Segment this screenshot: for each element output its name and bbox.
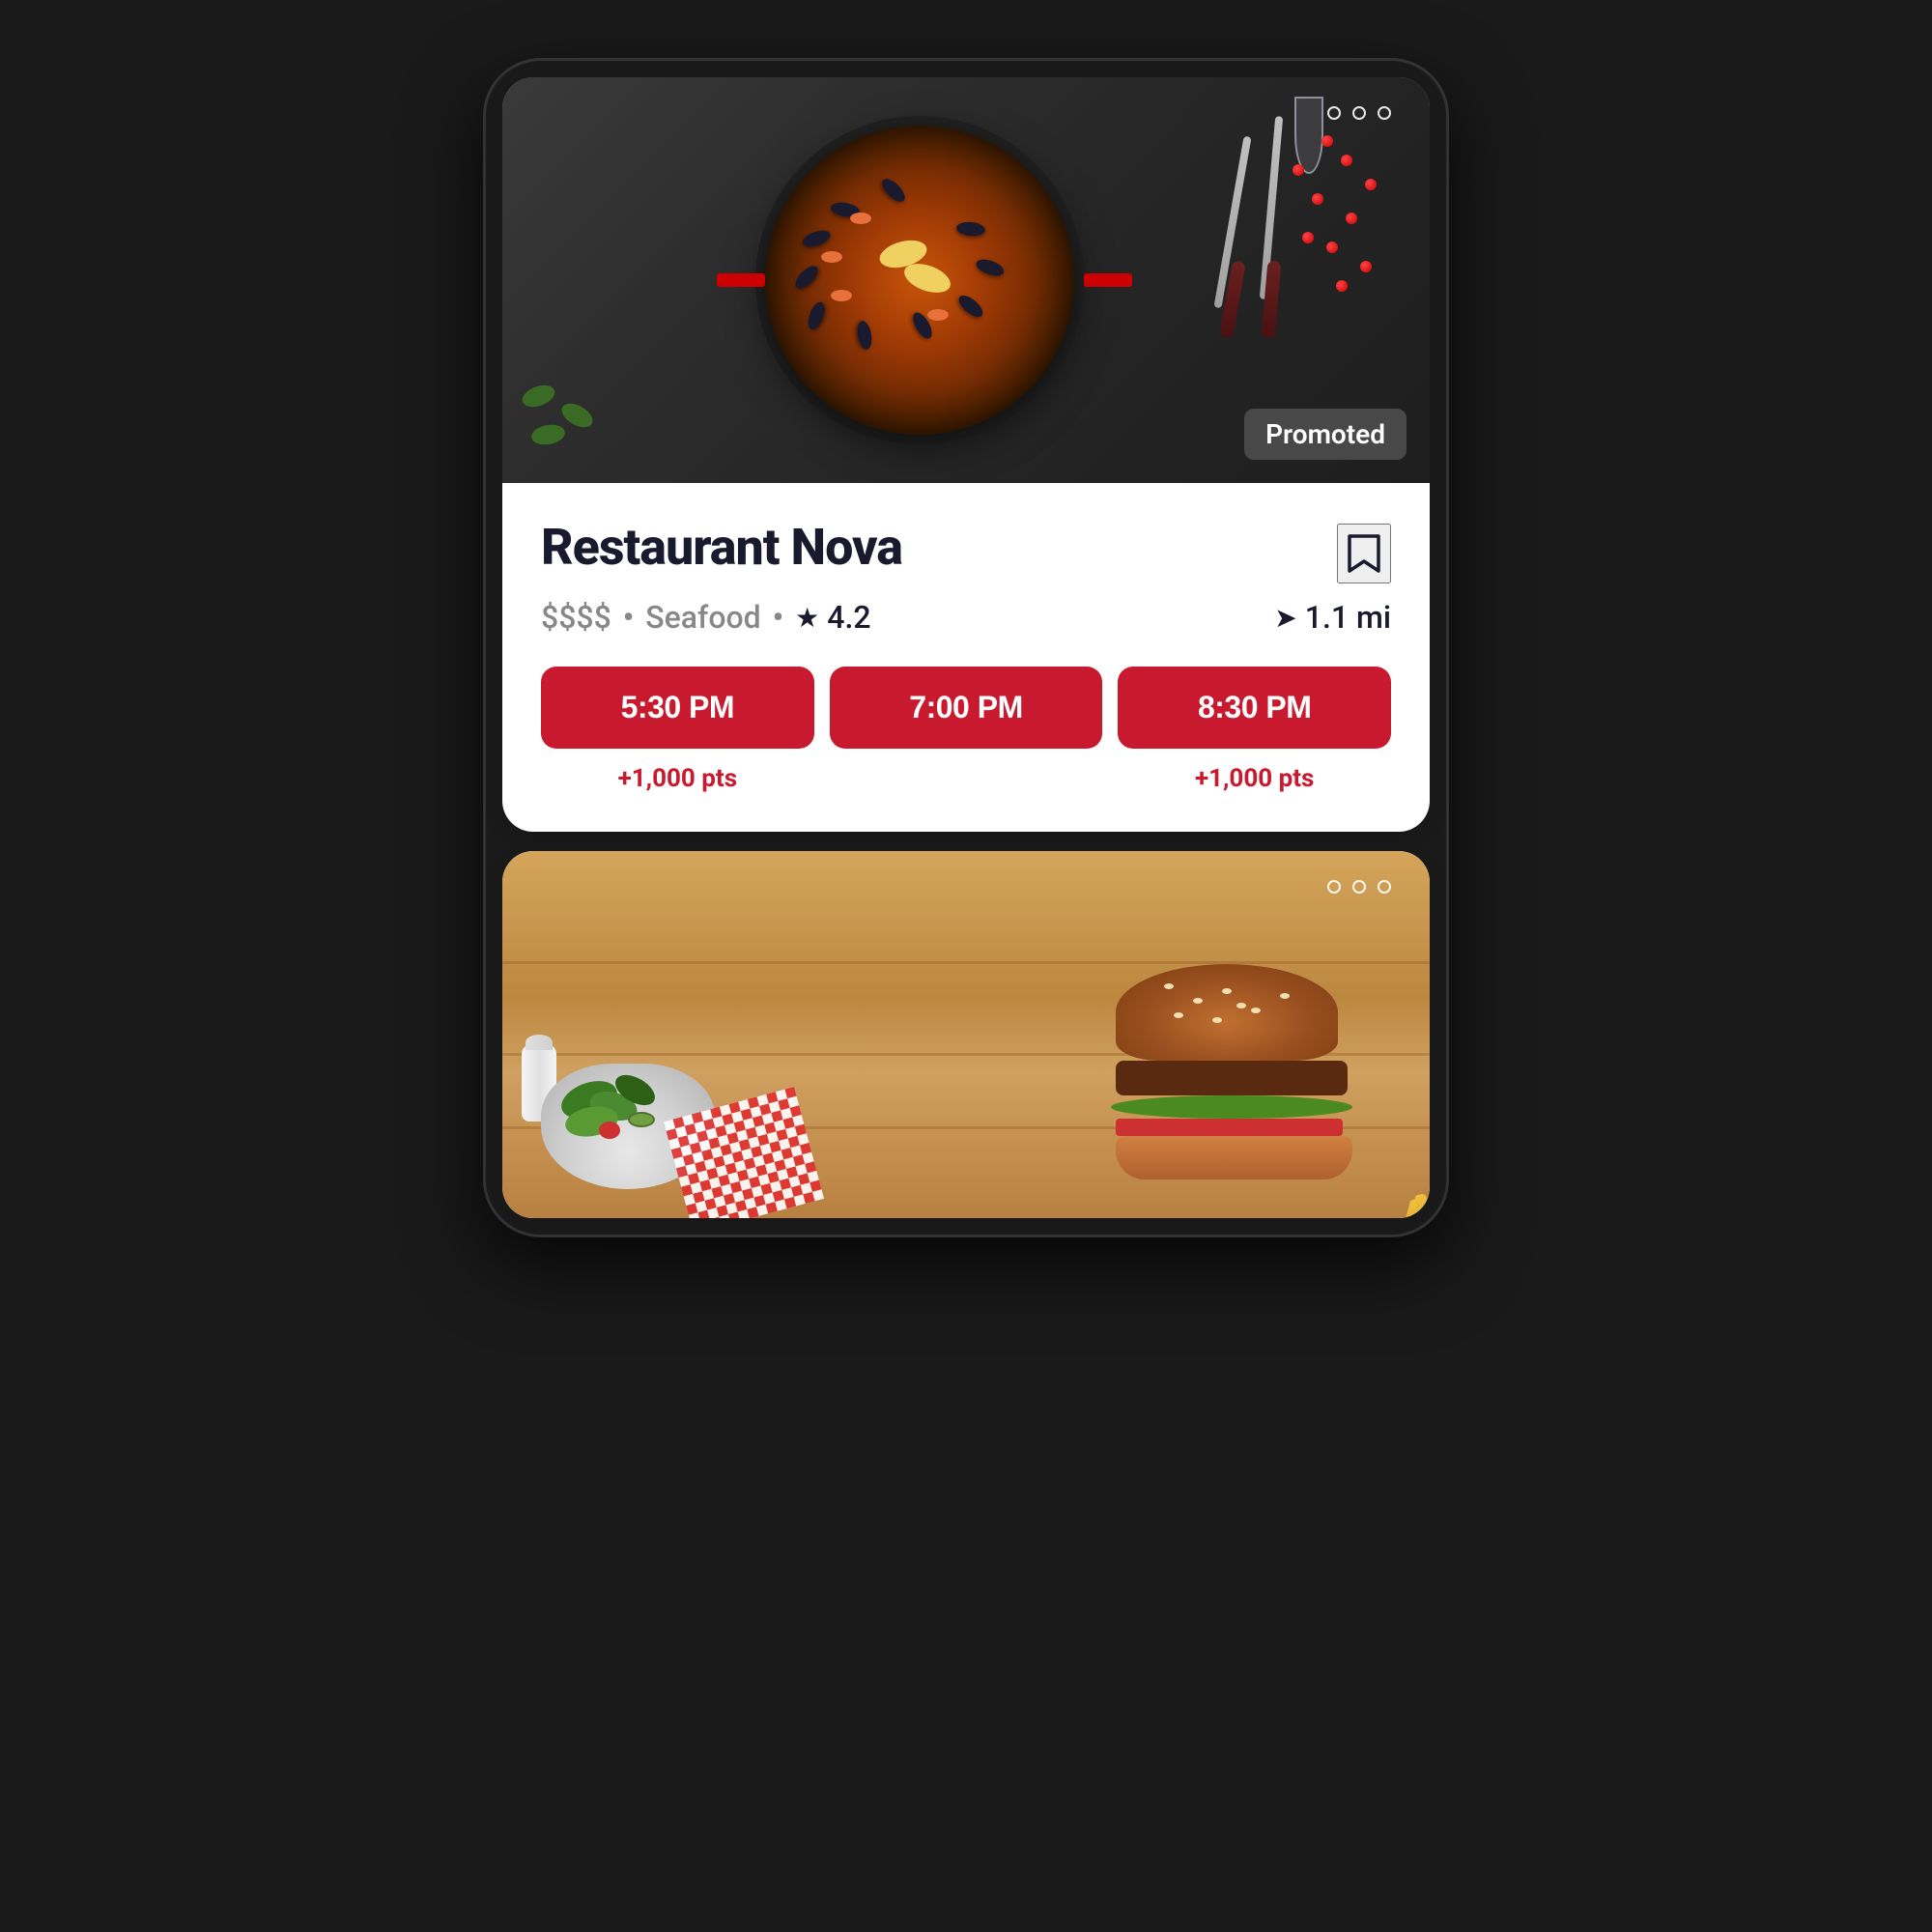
berry-decoration xyxy=(1312,193,1323,205)
card-meta: $$$$ • Seafood • ★ 4.2 ➤ 1.1 mi xyxy=(541,599,1391,636)
burger-patty xyxy=(1116,1061,1348,1095)
dot2-3 xyxy=(1378,880,1391,894)
sesame-seed xyxy=(1236,1003,1246,1009)
time-slot-2[interactable]: 7:00 PM xyxy=(830,667,1103,749)
dot-1 xyxy=(1327,106,1341,120)
wine-glass xyxy=(1294,97,1323,174)
time-slots: 5:30 PM 7:00 PM 8:30 PM xyxy=(541,667,1391,749)
restaurant-card-1: Promoted Restaurant Nova $$$$ • Seafood … xyxy=(502,77,1430,832)
restaurant-card-2 xyxy=(502,851,1430,1218)
berry-decoration xyxy=(1336,280,1348,292)
card-image-1: Promoted xyxy=(502,77,1430,483)
shrimp xyxy=(850,213,871,224)
sesame-seed xyxy=(1280,993,1290,999)
cucumber-slice xyxy=(628,1112,655,1127)
time-slot-1[interactable]: 5:30 PM xyxy=(541,667,814,749)
rating-value: 4.2 xyxy=(827,599,870,636)
separator-1: • xyxy=(623,599,635,636)
leaf-decoration xyxy=(520,382,558,412)
tomato-piece xyxy=(599,1122,620,1139)
bun-bottom xyxy=(1116,1136,1352,1179)
berry-decoration xyxy=(1346,213,1357,224)
berry-decoration xyxy=(1360,261,1372,272)
berry-decoration xyxy=(1302,232,1314,243)
promoted-badge: Promoted xyxy=(1244,409,1406,460)
salt-shaker-top xyxy=(526,1035,553,1050)
sesame-seed xyxy=(1212,1017,1222,1023)
bookmark-button[interactable] xyxy=(1337,524,1391,583)
leaf-decoration xyxy=(557,399,596,433)
cuisine: Seafood xyxy=(645,599,760,636)
points-label-1: +1,000 pts xyxy=(541,764,814,793)
separator-2: • xyxy=(773,599,784,636)
points-label-3: +1,000 pts xyxy=(1118,764,1391,793)
shrimp xyxy=(821,251,842,263)
image-dots-2 xyxy=(1327,880,1391,894)
sesame-seed xyxy=(1222,988,1232,994)
burger-tomato xyxy=(1116,1119,1343,1136)
points-empty xyxy=(830,764,1103,793)
shrimp xyxy=(927,309,949,321)
distance-value: 1.1 mi xyxy=(1305,599,1391,636)
bun-top xyxy=(1116,964,1338,1061)
rating-container: ★ 4.2 xyxy=(795,599,870,636)
bookmark-icon xyxy=(1346,532,1382,575)
berry-decoration xyxy=(1293,164,1304,176)
points-row: +1,000 pts +1,000 pts xyxy=(541,764,1391,793)
card-image-2 xyxy=(502,851,1430,1218)
star-icon: ★ xyxy=(795,602,819,634)
burger xyxy=(1116,964,1352,1179)
restaurant-name: Restaurant Nova xyxy=(541,518,902,577)
sesame-seed xyxy=(1174,1012,1183,1018)
dot-3 xyxy=(1378,106,1391,120)
card-header: Restaurant Nova xyxy=(541,518,1391,583)
berry-decoration xyxy=(1365,179,1377,190)
sesame-seed xyxy=(1193,998,1203,1004)
berry-decoration xyxy=(1341,155,1352,166)
dot2-2 xyxy=(1352,880,1366,894)
sesame-seed xyxy=(1251,1008,1261,1013)
dot2-1 xyxy=(1327,880,1341,894)
pan-handle-left xyxy=(717,273,765,287)
berry-decoration xyxy=(1321,135,1333,147)
berry-decoration xyxy=(1326,242,1338,253)
card-info-1: Restaurant Nova $$$$ • Seafood • ★ 4.2 ➤ xyxy=(502,483,1430,832)
time-slot-3[interactable]: 8:30 PM xyxy=(1118,667,1391,749)
phone-frame: Promoted Restaurant Nova $$$$ • Seafood … xyxy=(483,58,1449,1237)
shrimp xyxy=(831,290,852,301)
leaf-decoration xyxy=(530,422,567,447)
pan-handle-right xyxy=(1084,273,1132,287)
burger-lettuce xyxy=(1111,1095,1352,1119)
distance-container: ➤ 1.1 mi xyxy=(1274,599,1391,636)
navigation-icon: ➤ xyxy=(1274,602,1296,634)
image-dots xyxy=(1327,106,1391,120)
sesame-seed xyxy=(1164,983,1174,989)
dot-2 xyxy=(1352,106,1366,120)
price: $$$$ xyxy=(541,599,611,636)
